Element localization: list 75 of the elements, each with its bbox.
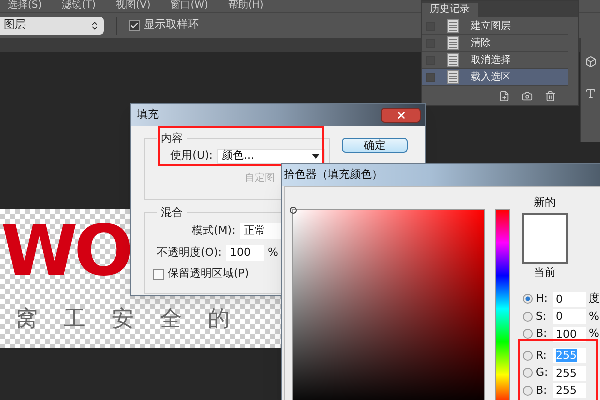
field-label: 自定图	[245, 172, 275, 186]
unit-label: %	[589, 326, 600, 342]
document-icon	[447, 19, 459, 33]
radio-button[interactable]	[523, 312, 533, 322]
selected-character: 工	[64, 306, 86, 334]
sample-select[interactable]: 图层	[0, 16, 104, 34]
updown-icon	[90, 20, 100, 30]
radio-button[interactable]	[523, 329, 533, 340]
field-label: B:	[536, 382, 548, 398]
text-tool-icon[interactable]	[584, 88, 596, 100]
history-label: 载入选区	[471, 70, 511, 84]
close-icon	[396, 110, 406, 120]
ok-button[interactable]: 确定	[342, 138, 408, 153]
field-label: H:	[536, 291, 549, 307]
panel-tab[interactable]: 历史记录	[422, 3, 478, 17]
menu-item[interactable]: 滤镜(T)	[62, 0, 96, 12]
unit-label: %	[589, 308, 600, 324]
history-item[interactable]: 建立图层	[422, 18, 568, 35]
checkbox-label: 保留透明区域(P)	[168, 266, 250, 282]
color-field[interactable]	[292, 209, 485, 400]
radio-button[interactable]	[523, 386, 533, 396]
document-icon	[447, 53, 459, 67]
field-label: 模式(M):	[192, 223, 236, 239]
selected-character: 安	[112, 306, 134, 334]
document-icon	[447, 70, 459, 84]
new-color-swatch	[522, 212, 568, 264]
radio-button[interactable]	[523, 350, 533, 361]
history-label: 建立图层	[471, 20, 511, 34]
field-value: 255	[556, 384, 577, 398]
checkbox-label: 显示取样环	[144, 17, 199, 34]
field-label: S:	[536, 308, 548, 324]
new-document-icon[interactable]	[499, 91, 510, 102]
selected-character: 窝	[16, 306, 38, 334]
value-field[interactable]: 255	[553, 383, 586, 398]
field-label: G:	[536, 365, 550, 381]
opacity-field[interactable]: 100	[226, 244, 264, 261]
field-label: 使用(U):	[170, 148, 213, 164]
radio-button[interactable]	[523, 294, 533, 304]
field-value: 100	[556, 328, 577, 341]
value-field[interactable]: 255	[553, 366, 586, 381]
use-dropdown[interactable]: 颜色...	[217, 148, 325, 164]
camera-icon[interactable]	[522, 91, 533, 102]
value-field[interactable]: 0	[553, 309, 586, 324]
trash-icon[interactable]	[545, 91, 556, 102]
history-label: 清除	[471, 36, 491, 50]
cube-icon[interactable]	[584, 56, 596, 68]
radio-button[interactable]	[523, 368, 533, 378]
dialog-title: 填充	[137, 106, 159, 123]
selected-character: 全	[160, 306, 182, 334]
document-icon	[447, 36, 459, 50]
field-label: R:	[536, 348, 548, 364]
field-value: 0	[556, 292, 563, 306]
menu-item[interactable]: 视图(V)	[116, 0, 151, 12]
value-field[interactable]: 0	[553, 292, 586, 307]
unit-label: 度	[589, 291, 600, 307]
dialog-title: 拾色器（填充颜色）	[284, 166, 383, 183]
field-value: 255	[556, 366, 577, 380]
close-button[interactable]	[381, 108, 421, 122]
field-value: 255	[556, 349, 577, 362]
field-label: 不透明度(O):	[157, 244, 222, 260]
swatch-label: 当前	[534, 264, 556, 280]
menu-item[interactable]: 帮助(H)	[228, 0, 264, 12]
history-item[interactable]: 清除	[422, 35, 568, 52]
history-item[interactable]: 载入选区	[422, 69, 568, 86]
hue-spectrum-strip[interactable]	[495, 209, 510, 400]
history-label: 取消选择	[471, 54, 511, 68]
canvas-logo-text: WO	[1, 211, 130, 291]
selected-character: 的	[208, 306, 230, 334]
color-picker-handle[interactable]	[290, 207, 297, 214]
field-value: 0	[556, 310, 563, 324]
history-item[interactable]: 取消选择	[422, 52, 568, 69]
swatch-label: 新的	[534, 195, 556, 211]
menu-item[interactable]: 选择(S)	[8, 0, 42, 12]
unit-label: %	[268, 244, 278, 260]
field-label: B:	[536, 326, 548, 342]
